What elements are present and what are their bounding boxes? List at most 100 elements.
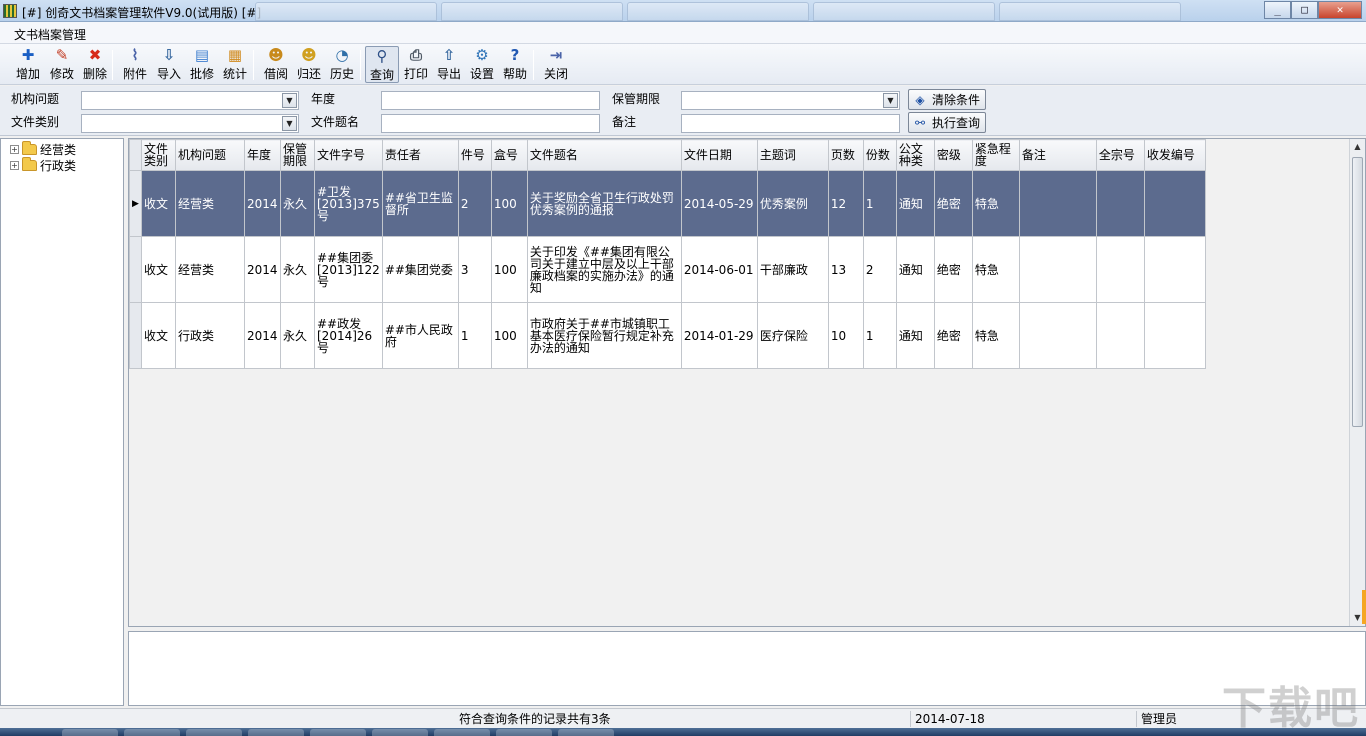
help-button[interactable]: ? 帮助 bbox=[500, 46, 530, 83]
column-header[interactable]: 紧急程度 bbox=[971, 139, 1020, 171]
table-cell[interactable] bbox=[1095, 170, 1145, 237]
table-cell[interactable]: 绝密 bbox=[933, 236, 973, 303]
table-cell[interactable]: 经营类 bbox=[175, 170, 245, 237]
column-header[interactable]: 机构问题 bbox=[175, 139, 245, 171]
column-header[interactable]: 公文种类 bbox=[895, 139, 935, 171]
table-cell[interactable] bbox=[1143, 302, 1206, 369]
table-cell[interactable] bbox=[1095, 302, 1145, 369]
year-input[interactable] bbox=[381, 91, 600, 110]
history-button[interactable]: ◔ 历史 bbox=[327, 46, 357, 83]
table-cell[interactable]: 优秀案例 bbox=[756, 170, 829, 237]
column-header[interactable]: 文件字号 bbox=[314, 139, 383, 171]
table-cell[interactable]: 医疗保险 bbox=[756, 302, 829, 369]
table-cell[interactable]: 特急 bbox=[971, 170, 1020, 237]
table-cell[interactable]: #卫发[2013]375号 bbox=[314, 170, 383, 237]
table-cell[interactable]: ##政发[2014]26号 bbox=[314, 302, 383, 369]
query-button[interactable]: ⚲ 查询 bbox=[365, 46, 399, 83]
table-row[interactable]: 收文 经营类 2014 永久 ##集团委[2013]122号 ##集团党委 3 100 关于印发… bbox=[129, 236, 1206, 303]
batch-edit-button[interactable]: ▤ 批修 bbox=[187, 46, 217, 83]
row-indicator[interactable] bbox=[129, 236, 142, 303]
table-cell[interactable]: 100 bbox=[490, 236, 528, 303]
table-cell[interactable] bbox=[1095, 236, 1145, 303]
table-cell[interactable]: 2014-06-01 bbox=[680, 236, 758, 303]
menu-item-archive[interactable]: 文书档案管理 bbox=[14, 26, 86, 43]
edit-button[interactable]: ✎ 修改 bbox=[47, 46, 77, 83]
import-button[interactable]: ⇩ 导入 bbox=[154, 46, 184, 83]
export-button[interactable]: ⇧ 导出 bbox=[434, 46, 464, 83]
column-header[interactable]: 密级 bbox=[933, 139, 973, 171]
table-cell[interactable]: 2014-01-29 bbox=[680, 302, 758, 369]
table-cell[interactable]: 10 bbox=[827, 302, 864, 369]
table-cell[interactable]: 2014 bbox=[244, 302, 281, 369]
table-cell[interactable]: 通知 bbox=[895, 236, 935, 303]
table-cell[interactable]: 收文 bbox=[141, 170, 176, 237]
table-cell[interactable] bbox=[1018, 302, 1097, 369]
column-header[interactable]: 盒号 bbox=[490, 139, 528, 171]
table-cell[interactable]: 绝密 bbox=[933, 302, 973, 369]
table-cell[interactable]: 通知 bbox=[895, 170, 935, 237]
table-cell[interactable] bbox=[1018, 236, 1097, 303]
side-feedback-tab[interactable] bbox=[1362, 590, 1366, 624]
table-cell[interactable]: 通知 bbox=[895, 302, 935, 369]
attachment-button[interactable]: ⌇ 附件 bbox=[120, 46, 150, 83]
table-cell[interactable]: 经营类 bbox=[175, 236, 245, 303]
expand-icon[interactable]: + bbox=[10, 145, 19, 154]
column-header[interactable]: 全宗号 bbox=[1095, 139, 1145, 171]
table-cell[interactable]: 100 bbox=[490, 302, 528, 369]
retention-select[interactable]: ▼ bbox=[681, 91, 900, 110]
column-header[interactable]: 页数 bbox=[827, 139, 864, 171]
table-cell[interactable]: 2 bbox=[862, 236, 897, 303]
table-cell[interactable]: 市政府关于##市城镇职工基本医疗保险暂行规定补充办法的通知 bbox=[526, 302, 682, 369]
maximize-button[interactable]: □ bbox=[1291, 1, 1318, 19]
column-header[interactable]: 年度 bbox=[244, 139, 281, 171]
org-select[interactable]: ▼ bbox=[81, 91, 299, 110]
execute-search-button[interactable]: ⚯ 执行查询 bbox=[908, 112, 986, 133]
table-cell[interactable]: 特急 bbox=[971, 236, 1020, 303]
table-cell[interactable]: ##集团委[2013]122号 bbox=[314, 236, 383, 303]
table-cell[interactable]: 12 bbox=[827, 170, 864, 237]
table-cell[interactable] bbox=[1143, 236, 1206, 303]
table-cell[interactable]: ##市人民政府 bbox=[381, 302, 459, 369]
table-cell[interactable]: 收文 bbox=[141, 236, 176, 303]
table-cell[interactable]: 3 bbox=[457, 236, 492, 303]
column-header[interactable]: 保管期限 bbox=[280, 139, 315, 171]
table-cell[interactable] bbox=[1143, 170, 1206, 237]
table-cell[interactable]: 永久 bbox=[280, 236, 315, 303]
table-cell[interactable]: 1 bbox=[457, 302, 492, 369]
table-cell[interactable]: 收文 bbox=[141, 302, 176, 369]
chevron-down-icon[interactable]: ▼ bbox=[883, 93, 898, 108]
column-header[interactable]: 份数 bbox=[862, 139, 897, 171]
print-button[interactable]: ⎙ 打印 bbox=[401, 46, 431, 83]
table-cell[interactable] bbox=[1018, 170, 1097, 237]
table-cell[interactable]: 2 bbox=[457, 170, 492, 237]
row-indicator[interactable]: ▶ bbox=[129, 170, 142, 237]
table-cell[interactable]: 行政类 bbox=[175, 302, 245, 369]
table-cell[interactable]: 2014 bbox=[244, 236, 281, 303]
return-button[interactable]: ☻ 归还 bbox=[294, 46, 324, 83]
close-button[interactable]: ✕ bbox=[1318, 1, 1362, 19]
table-cell[interactable]: 1 bbox=[862, 170, 897, 237]
column-header[interactable]: 备注 bbox=[1018, 139, 1097, 171]
doctitle-input[interactable] bbox=[381, 114, 600, 133]
table-cell[interactable]: 2014 bbox=[244, 170, 281, 237]
close-window-button[interactable]: ⇥ 关闭 bbox=[541, 46, 571, 83]
column-header[interactable]: 文件类别 bbox=[141, 139, 176, 171]
doctype-select[interactable]: ▼ bbox=[81, 114, 299, 133]
table-cell[interactable]: 干部廉政 bbox=[756, 236, 829, 303]
column-header[interactable]: 文件日期 bbox=[680, 139, 758, 171]
scroll-thumb[interactable] bbox=[1352, 157, 1363, 427]
column-header[interactable]: 主题词 bbox=[756, 139, 829, 171]
add-button[interactable]: ✚ 增加 bbox=[13, 46, 43, 83]
table-cell[interactable]: 100 bbox=[490, 170, 528, 237]
table-row[interactable]: ▶ 收文 经营类 2014 永久 #卫发[2013]375号 ##省卫生监督所 2 100 关于奖… bbox=[129, 170, 1206, 237]
column-header[interactable]: 责任者 bbox=[381, 139, 459, 171]
table-cell[interactable]: 永久 bbox=[280, 170, 315, 237]
statistics-button[interactable]: ▦ 统计 bbox=[220, 46, 250, 83]
delete-button[interactable]: ✖ 删除 bbox=[80, 46, 110, 83]
table-cell[interactable]: 绝密 bbox=[933, 170, 973, 237]
expand-icon[interactable]: + bbox=[10, 161, 19, 170]
table-cell[interactable]: 1 bbox=[862, 302, 897, 369]
minimize-button[interactable]: _ bbox=[1264, 1, 1291, 19]
column-header[interactable]: 文件题名 bbox=[526, 139, 682, 171]
chevron-down-icon[interactable]: ▼ bbox=[282, 93, 297, 108]
